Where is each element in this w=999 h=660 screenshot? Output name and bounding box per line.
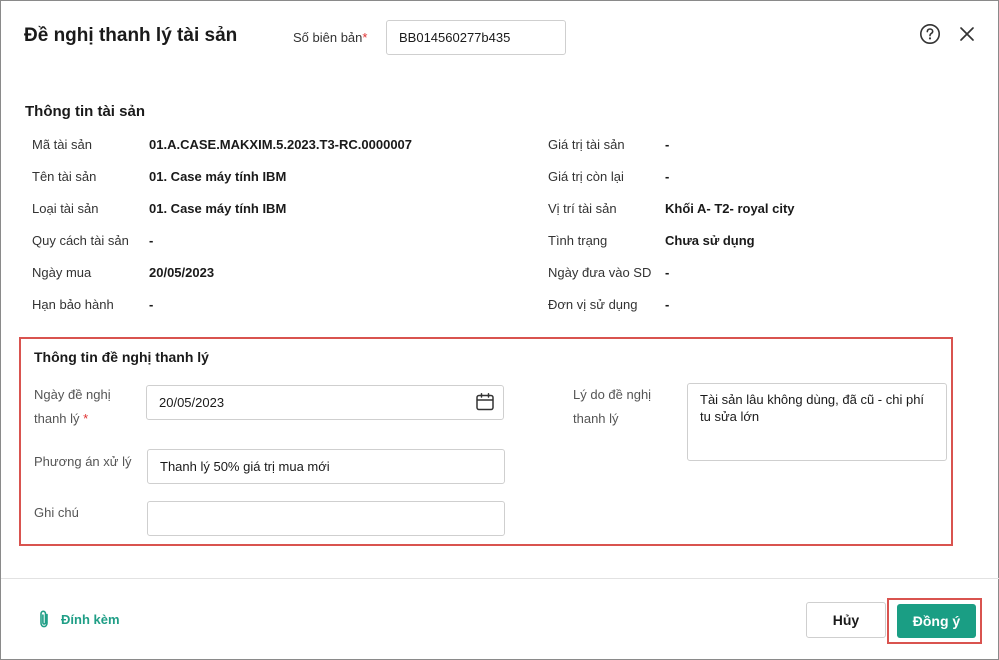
close-button[interactable] — [956, 23, 978, 45]
asset-value-value: - — [665, 137, 670, 152]
doc-number-input[interactable]: BB014560277b435 — [386, 20, 566, 55]
warranty-value: - — [149, 297, 154, 312]
asset-code-label: Mã tài sản — [32, 137, 92, 152]
reason-textarea[interactable]: Tài sản lâu không dùng, đã cũ - chi phí … — [687, 383, 947, 461]
doc-number-label-text: Số biên bản — [293, 30, 363, 45]
asset-liquidation-dialog: Đề nghị thanh lý tài sản Số biên bản* BB… — [0, 0, 999, 660]
proposal-date-value: 20/05/2023 — [159, 395, 225, 410]
asset-status-label: Tình trạng — [548, 233, 608, 248]
warranty-label: Hạn bảo hành — [32, 297, 114, 312]
asset-type-label: Loại tài sản — [32, 201, 99, 216]
residual-value-label: Giá trị còn lại — [548, 169, 624, 184]
asset-status-value: Chưa sử dụng — [665, 233, 755, 248]
proposal-date-label-line2: thanh lý — [34, 411, 80, 426]
asset-code-value: 01.A.CASE.MAKXIM.5.2023.T3-RC.0000007 — [149, 137, 413, 152]
purchase-date-value: 20/05/2023 — [149, 265, 215, 280]
asset-location-label: Vị trí tài sản — [548, 201, 617, 216]
note-label: Ghi chú — [34, 505, 79, 520]
plan-label: Phương án xử lý — [34, 454, 132, 469]
dialog-title: Đề nghị thanh lý tài sản — [24, 25, 238, 46]
close-icon — [960, 27, 974, 41]
plan-value: Thanh lý 50% giá trị mua mới — [160, 459, 330, 474]
plan-input[interactable]: Thanh lý 50% giá trị mua mới — [147, 449, 505, 484]
using-unit-label: Đơn vị sử dụng — [548, 297, 638, 312]
reason-label-line2: thanh lý — [573, 411, 619, 426]
asset-value-label: Giá trị tài sản — [548, 137, 625, 152]
calendar-button[interactable] — [475, 392, 495, 412]
proposal-date-label-line2-wrap: thanh lý * — [34, 407, 111, 431]
reason-label-line1: Lý do đề nghị — [573, 387, 652, 402]
attach-link[interactable]: Đính kèm — [37, 609, 120, 629]
using-unit-value: - — [665, 297, 670, 312]
reason-label: Lý do đề nghị thanh lý — [573, 383, 651, 431]
asset-name-label: Tên tài sản — [32, 169, 97, 184]
asset-name-value: 01. Case máy tính IBM — [149, 169, 287, 184]
reason-value: Tài sản lâu không dùng, đã cũ - chi phí … — [700, 392, 925, 424]
proposal-title: Thông tin đề nghị thanh lý — [34, 349, 209, 365]
note-input[interactable] — [147, 501, 505, 536]
purchase-date-label: Ngày mua — [32, 265, 92, 280]
asset-type-value: 01. Case máy tính IBM — [149, 201, 287, 216]
asset-info-title: Thông tin tài sản — [25, 103, 145, 120]
proposal-date-label-line1: Ngày đề nghị — [34, 387, 111, 402]
required-marker: * — [362, 30, 368, 45]
doc-number-label: Số biên bản* — [293, 30, 367, 45]
confirm-button[interactable]: Đồng ý — [897, 604, 976, 638]
proposal-date-input[interactable]: 20/05/2023 — [146, 385, 504, 420]
in-use-date-value: - — [665, 265, 670, 280]
asset-spec-value: - — [149, 233, 154, 248]
required-marker: * — [83, 411, 89, 426]
footer-divider — [1, 578, 999, 579]
cancel-button[interactable]: Hủy — [806, 602, 886, 638]
asset-spec-label: Quy cách tài sản — [32, 233, 129, 248]
proposal-date-label: Ngày đề nghị thanh lý * — [34, 383, 111, 431]
doc-number-value: BB014560277b435 — [399, 30, 511, 45]
calendar-icon — [476, 393, 494, 411]
paperclip-icon — [40, 610, 48, 628]
asset-location-value: Khối A- T2- royal city — [665, 201, 795, 216]
attach-label: Đính kèm — [61, 611, 120, 627]
help-button[interactable] — [919, 23, 941, 45]
in-use-date-label: Ngày đưa vào SD — [548, 265, 652, 280]
help-circle-icon — [920, 24, 940, 44]
residual-value-value: - — [665, 169, 670, 184]
